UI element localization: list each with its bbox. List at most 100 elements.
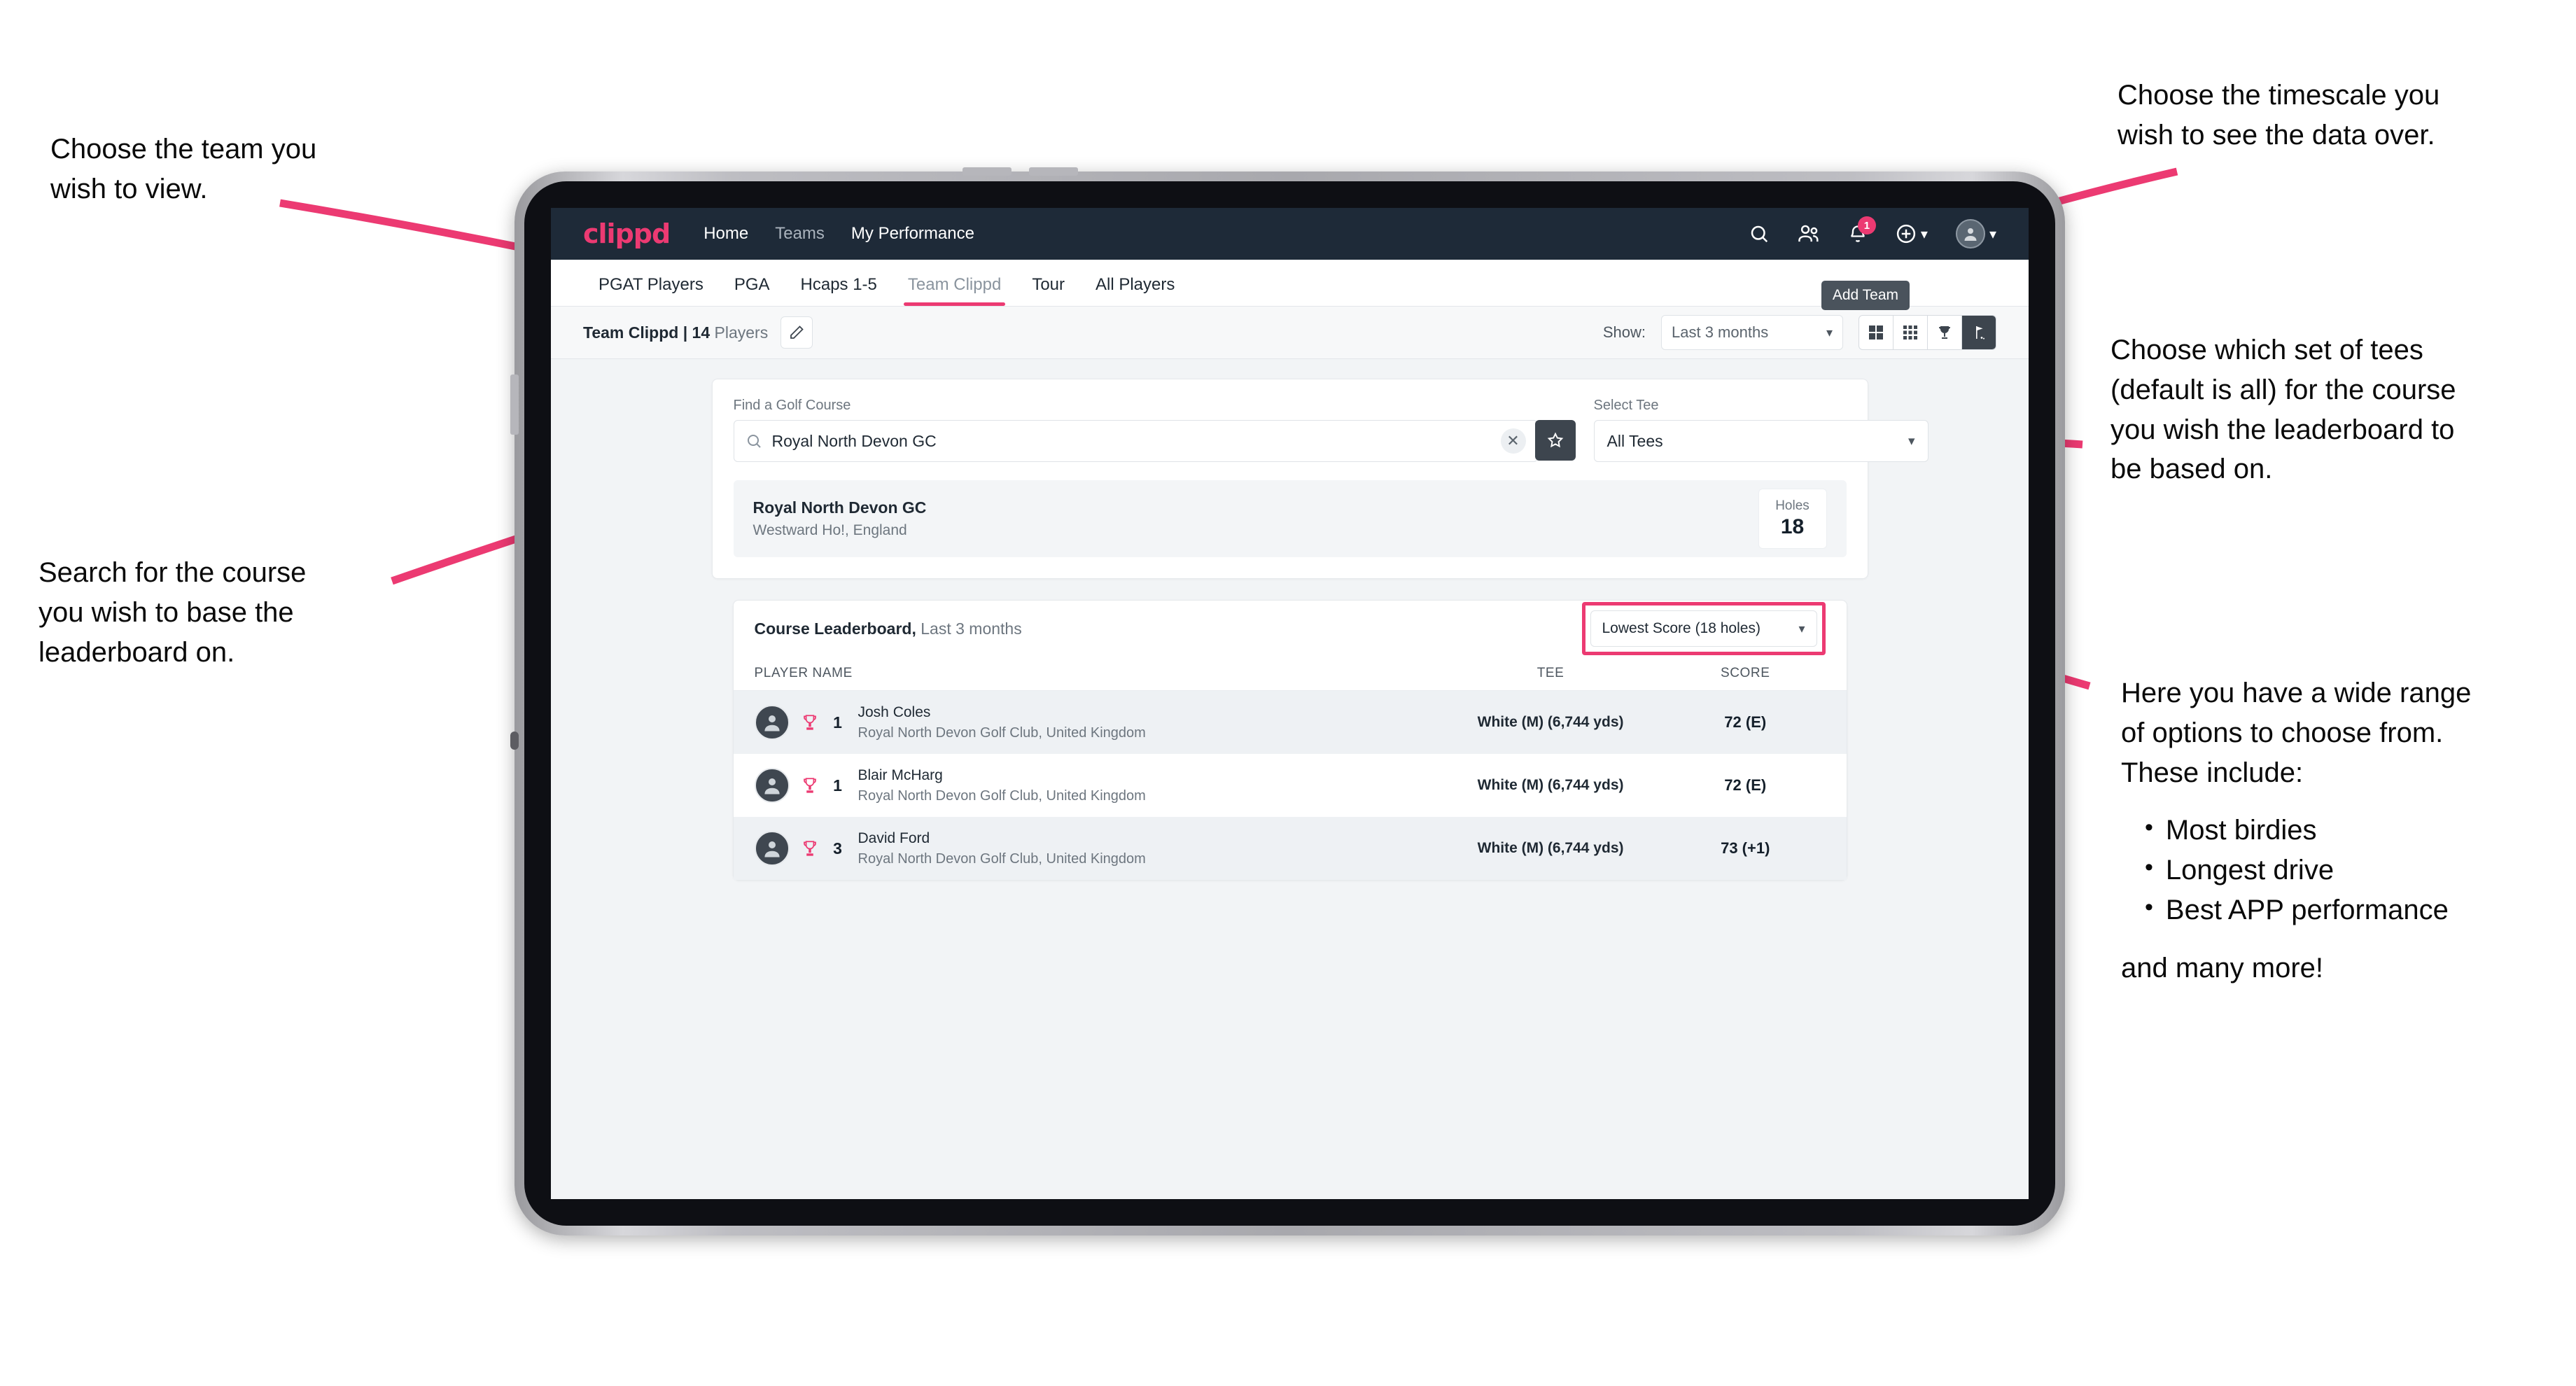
leaderboard-title-sub: Last 3 months (916, 619, 1022, 638)
chevron-down-icon[interactable]: ▾ (1989, 225, 1996, 243)
bullet-icon: • (2145, 854, 2153, 881)
close-icon[interactable]: ✕ (1500, 428, 1526, 454)
leaderboard-header: Course Leaderboard, Last 3 months Lowest… (734, 601, 1847, 657)
holes-label: Holes (1775, 498, 1809, 513)
power-button (510, 374, 519, 435)
column-score: SCORE (1720, 666, 1770, 680)
table-row[interactable]: 1 Blair McHarg Royal North Devon Golf Cl… (734, 754, 1847, 817)
chevron-down-icon: ▾ (1826, 325, 1833, 340)
nav-link-teams[interactable]: Teams (775, 224, 825, 244)
annotation-spacer (2121, 930, 2569, 948)
timescale-value: Last 3 months (1672, 323, 1769, 341)
tablet-screen: clippd Home Teams My Performance 1 ▾ ▾ P… (551, 208, 2029, 1199)
holes-value: 18 (1780, 515, 1805, 538)
avatar[interactable]: ▾ (1955, 219, 1996, 248)
bullet-icon: • (2145, 814, 2153, 841)
player-cell: 3 David Ford Royal North Devon Golf Club… (754, 830, 1436, 867)
chevron-down-icon[interactable]: ▾ (1921, 225, 1928, 243)
course-search-card: Find a Golf Course Royal North Devon GC … (711, 379, 1928, 579)
leaderboard-title-main: Course Leaderboard, (754, 619, 916, 638)
chevron-down-icon: ▾ (1798, 621, 1805, 636)
annotation-search: Search for the course you wish to base t… (38, 553, 416, 672)
tee-field-label: Select Tee (1593, 398, 1659, 413)
player-cell: 1 Blair McHarg Royal North Devon Golf Cl… (754, 767, 1436, 804)
show-label: Show: (1602, 323, 1646, 341)
player-rank: 1 (833, 776, 842, 794)
search-icon[interactable] (1749, 223, 1770, 244)
player-info: Josh Coles Royal North Devon Golf Club, … (858, 704, 1146, 741)
search-icon (746, 433, 762, 449)
trophy-icon[interactable] (1928, 316, 1962, 349)
annotation-timescale: Choose the timescale you wish to see the… (2118, 76, 2544, 155)
nav-links: Home Teams My Performance (704, 224, 974, 244)
course-field: Find a Golf Course Royal North Devon GC … (733, 398, 1576, 462)
player-info: David Ford Royal North Devon Golf Club, … (858, 830, 1146, 867)
team-name: Team Clippd (583, 323, 679, 342)
bell-icon[interactable]: 1 (1848, 216, 1876, 244)
table-row[interactable]: 1 Josh Coles Royal North Devon Golf Club… (733, 691, 1847, 754)
trophy-icon (801, 776, 819, 794)
grid-2x2-icon[interactable] (1859, 316, 1893, 349)
player-score: 72 (E) (1724, 713, 1767, 731)
plus-circle-icon[interactable]: ▾ (1896, 223, 1928, 244)
camera-dot (510, 732, 519, 750)
team-tabs: PGAT Players PGA Hcaps 1-5 Team Clippd T… (551, 260, 2029, 310)
column-player-name: PLAYER NAME (754, 666, 853, 680)
tab-pga[interactable]: PGA (719, 275, 785, 306)
nav-link-my-performance[interactable]: My Performance (851, 224, 974, 244)
player-info: Blair McHarg Royal North Devon Golf Club… (858, 767, 1146, 804)
nav-right-icons: 1 ▾ ▾ (1749, 216, 1996, 248)
tee-field: Select Tee All Tees ▾ (1593, 398, 1928, 462)
course-result-text: Royal North Devon GC Westward Ho!, Engla… (753, 498, 927, 539)
volume-down-button (1029, 167, 1078, 176)
pencil-icon[interactable] (780, 316, 813, 349)
page-body: Find a Golf Course Royal North Devon GC … (551, 359, 2029, 1199)
column-tee: TEE (1536, 666, 1564, 680)
grid-3x3-icon[interactable] (1893, 316, 1928, 349)
table-row[interactable]: 3 David Ford Royal North Devon Golf Club… (733, 817, 1847, 880)
tee-select[interactable]: All Tees ▾ (1593, 420, 1928, 462)
tab-team-clippd[interactable]: Team Clippd (892, 275, 1016, 306)
tab-tour[interactable]: Tour (1016, 275, 1080, 306)
player-score: 72 (E) (1724, 776, 1767, 794)
tab-hcaps-1-5[interactable]: Hcaps 1-5 (785, 275, 892, 306)
flag-icon[interactable] (1962, 316, 1996, 349)
player-score: 73 (+1) (1721, 839, 1770, 857)
leaderboard-sort-select[interactable]: Lowest Score (18 holes) ▾ (1590, 610, 1817, 647)
course-result-row[interactable]: Royal North Devon GC Westward Ho!, Engla… (733, 480, 1847, 557)
people-icon[interactable] (1798, 223, 1820, 244)
annotation-option-label: Longest drive (2165, 855, 2334, 886)
annotation-team: Choose the team you wish to view. (50, 130, 428, 209)
annotation-tees: Choose which set of tees (default is all… (2110, 330, 2558, 489)
volume-up-button (962, 167, 1011, 176)
leaderboard-column-headers: PLAYER NAME TEE SCORE (733, 657, 1847, 691)
annotation-option-item: • Most birdies (2121, 811, 2569, 850)
tab-pgat-players[interactable]: PGAT Players (583, 275, 719, 306)
annotation-option-item: • Longest drive (2121, 850, 2569, 890)
course-search-input[interactable]: Royal North Devon GC ✕ (733, 420, 1538, 462)
players-word: Players (710, 323, 769, 342)
player-tee: White (M) (6,744 yds) (1477, 777, 1624, 793)
star-icon[interactable] (1534, 420, 1576, 461)
clippd-logo[interactable]: clippd (583, 218, 671, 249)
view-toggle-group (1858, 315, 1996, 350)
player-club: Royal North Devon Golf Club, United King… (858, 788, 1146, 804)
leaderboard-title: Course Leaderboard, Last 3 months (755, 620, 1022, 638)
team-summary: Team Clippd | 14 Players (583, 323, 768, 342)
course-field-label: Find a Golf Course (733, 398, 851, 413)
timescale-select[interactable]: Last 3 months ▾ (1661, 315, 1843, 350)
bullet-icon: • (2145, 893, 2153, 920)
search-field-row: Find a Golf Course Royal North Devon GC … (733, 398, 1928, 462)
add-team-tooltip: Add Team (1821, 281, 1910, 310)
team-toolbar: Team Clippd | 14 Players Show: Last 3 mo… (551, 307, 2029, 359)
player-tee: White (M) (6,744 yds) (1477, 714, 1624, 730)
player-club: Royal North Devon Golf Club, United King… (858, 724, 1146, 741)
player-name: David Ford (858, 830, 930, 846)
team-separator: | (678, 323, 692, 342)
annotation-team-text: Choose the team you wish to view. (50, 134, 317, 204)
annotation-spacer (2121, 792, 2569, 811)
nav-link-home[interactable]: Home (704, 224, 748, 244)
annotation-option-label: Best APP performance (2165, 894, 2449, 925)
annotation-options-intro: Here you have a wide range of options to… (2121, 678, 2472, 788)
tab-all-players[interactable]: All Players (1080, 275, 1190, 306)
